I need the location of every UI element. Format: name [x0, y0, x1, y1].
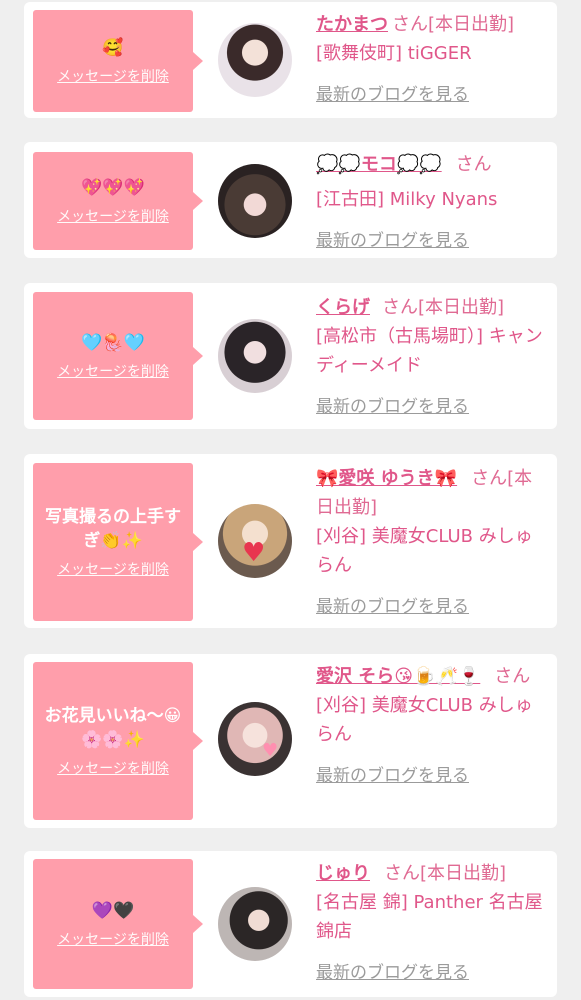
status-badge: [本日出勤]	[418, 297, 505, 318]
profile-name-link[interactable]: 🎀愛咲 ゆうき🎀	[316, 468, 457, 489]
list-item: お花見いいね〜😀🌸🌸✨ メッセージを削除 ♥ 愛沢 そら😘🍺🥂🍷 さん [刈谷] …	[24, 654, 557, 828]
message-text: お花見いいね〜😀🌸🌸✨	[44, 706, 182, 750]
latest-blog-link[interactable]: 最新のブログを見る	[316, 392, 550, 417]
profile-name-link[interactable]: 💭💭モコ💭💭	[316, 154, 442, 175]
message-bubble: 💜🖤 メッセージを削除	[33, 859, 193, 989]
message-text: 💖💖💖	[81, 178, 145, 198]
profile-name-link[interactable]: じゅり	[316, 863, 370, 884]
delete-message-link[interactable]: メッセージを削除	[57, 66, 169, 86]
shop-name: [高松市（古馬場町）] キャンディーメイド	[316, 326, 543, 376]
message-bubble: 🩵🪼🩵 メッセージを削除	[33, 292, 193, 420]
delete-message-link[interactable]: メッセージを削除	[57, 929, 169, 949]
bow-icon: ♥	[262, 740, 279, 761]
avatar[interactable]	[218, 887, 292, 961]
message-text: 🩵🪼🩵	[81, 333, 145, 353]
list-item: 🥰 メッセージを削除 たかまつ さん[本日出勤] [歌舞伎町] tiGGER 最新…	[24, 2, 557, 118]
list-item: 🩵🪼🩵 メッセージを削除 くらげ さん[本日出勤] [高松市（古馬場町）] キャン…	[24, 283, 557, 429]
avatar[interactable]	[218, 319, 292, 393]
list-item: 💜🖤 メッセージを削除 じゅり さん[本日出勤] [名古屋 錦] Panther …	[24, 851, 557, 997]
honorific: さん	[471, 468, 508, 489]
profile-name-link[interactable]: くらげ	[316, 297, 370, 318]
avatar[interactable]	[218, 23, 292, 97]
latest-blog-link[interactable]: 最新のブログを見る	[316, 80, 550, 105]
message-bubble: 写真撮るの上手すぎ👏✨ メッセージを削除	[33, 463, 193, 621]
message-list: 🥰 メッセージを削除 たかまつ さん[本日出勤] [歌舞伎町] tiGGER 最新…	[0, 0, 581, 1000]
shop-name: [歌舞伎町] tiGGER	[316, 43, 472, 64]
shop-name: [刈谷] 美魔女CLUB みしゅらん	[316, 695, 533, 745]
message-text: 🥰	[102, 38, 124, 58]
avatar[interactable]: ♥	[218, 504, 292, 578]
shop-name: [名古屋 錦] Panther 名古屋錦店	[316, 892, 543, 942]
avatar[interactable]: ♥	[218, 702, 292, 776]
shop-name: [刈谷] 美魔女CLUB みしゅらん	[316, 526, 533, 576]
shop-name: [江古田] Milky Nyans	[316, 189, 498, 210]
list-item: 💖💖💖 メッセージを削除 💭💭モコ💭💭 さん [江古田] Milky Nyans …	[24, 142, 557, 258]
status-badge: [本日出勤]	[428, 14, 515, 35]
honorific: さん	[384, 863, 420, 884]
delete-message-link[interactable]: メッセージを削除	[57, 206, 169, 226]
latest-blog-link[interactable]: 最新のブログを見る	[316, 592, 550, 617]
message-bubble: 🥰 メッセージを削除	[33, 10, 193, 112]
list-item: 写真撮るの上手すぎ👏✨ メッセージを削除 ♥ 🎀愛咲 ゆうき🎀 さん[本日出勤] …	[24, 454, 557, 628]
delete-message-link[interactable]: メッセージを削除	[57, 361, 169, 381]
honorific: さん	[392, 14, 428, 35]
honorific: さん	[382, 297, 418, 318]
status-badge: [本日出勤]	[420, 863, 507, 884]
delete-message-link[interactable]: メッセージを削除	[57, 758, 169, 778]
heart-icon: ♥	[242, 538, 266, 568]
message-bubble: 💖💖💖 メッセージを削除	[33, 152, 193, 250]
honorific: さん	[455, 154, 492, 175]
delete-message-link[interactable]: メッセージを削除	[57, 559, 169, 579]
message-bubble: お花見いいね〜😀🌸🌸✨ メッセージを削除	[33, 662, 193, 820]
latest-blog-link[interactable]: 最新のブログを見る	[316, 226, 550, 251]
latest-blog-link[interactable]: 最新のブログを見る	[316, 958, 550, 983]
profile-name-link[interactable]: たかまつ	[316, 14, 388, 35]
message-text: 💜🖤	[91, 901, 135, 921]
honorific: さん	[494, 666, 531, 687]
message-text: 写真撮るの上手すぎ👏✨	[45, 507, 181, 551]
latest-blog-link[interactable]: 最新のブログを見る	[316, 761, 550, 786]
profile-name-link[interactable]: 愛沢 そら😘🍺🥂🍷	[316, 666, 480, 687]
avatar[interactable]	[218, 164, 292, 238]
